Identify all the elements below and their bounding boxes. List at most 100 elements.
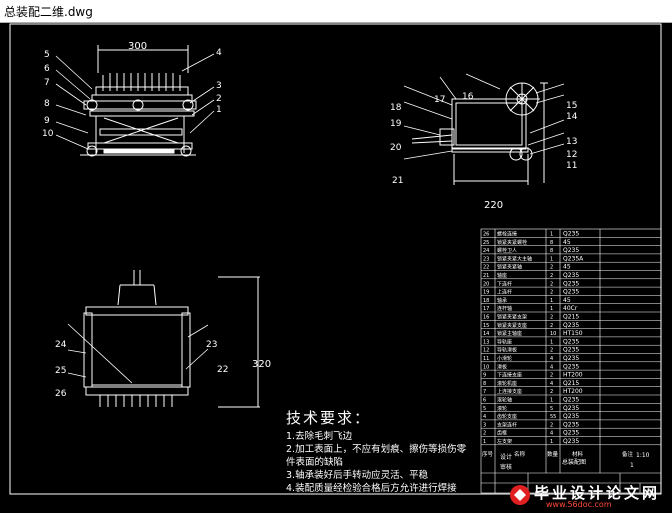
bom-cell-mat: Q235: [563, 355, 579, 362]
bom-cell-mat: Q235: [563, 363, 579, 370]
front-label-1: 1: [216, 105, 222, 115]
title-check: 审核: [500, 464, 513, 471]
window-titlebar: 总装配二维.dwg: [0, 0, 672, 23]
bom-cell-name: 轴座: [497, 272, 507, 279]
bom-cell-mat: Q235: [563, 280, 579, 287]
bom-header-qty: 数量: [547, 452, 559, 458]
side-dim-220: 220: [484, 200, 504, 211]
bom-cell-qty: 2: [550, 265, 553, 271]
bom-cell-mat: Q235: [563, 397, 579, 404]
bom-cell-qty: 4: [550, 356, 553, 362]
bom-cell-name: 锁紧夹紧支架: [497, 314, 527, 321]
bom-cell-no: 12: [483, 348, 489, 354]
bom-cell-qty: 1: [550, 439, 553, 445]
window-title: 总装配二维.dwg: [4, 5, 93, 19]
bom-cell-qty: 1: [550, 398, 553, 404]
bom-cell-qty: 4: [550, 364, 553, 370]
front-label-3: 3: [216, 81, 222, 91]
site-watermark: 毕业设计论文网 www.56doc.com: [506, 482, 666, 510]
tech-line-4: 3.轴承装好后手转动应灵活、平稳: [286, 470, 429, 481]
bom-header-note: 备注: [622, 452, 634, 458]
bom-cell-mat: Q235: [563, 430, 579, 437]
bom-cell-no: 6: [483, 398, 486, 404]
bom-cell-mat: Q215: [563, 380, 579, 387]
tech-line-3: 件表面的缺陷: [286, 457, 344, 468]
bom-cell-no: 21: [483, 273, 489, 279]
bom-cell-qty: 1: [550, 298, 553, 304]
technical-requirements: 技术要求： 1.去除毛刺飞边 2.加工表面上，不应有划痕、擦伤等损伤零 件表面的…: [286, 407, 466, 495]
bom-cell-no: 25: [483, 240, 489, 246]
front-label-2: 2: [216, 94, 222, 104]
bom-cell-qty: 2: [550, 273, 553, 279]
bom-cell-qty: 8: [550, 240, 553, 246]
bom-cell-qty: 4: [550, 431, 553, 437]
bom-cell-mat: Q235: [563, 405, 579, 412]
bom-cell-mat: 45: [563, 297, 571, 304]
bom-cell-name: 轴承: [497, 297, 507, 304]
bom-cell-qty: 5: [550, 406, 553, 412]
side-label-21: 21: [392, 176, 404, 186]
bom-cell-no: 9: [483, 373, 486, 379]
bom-cell-no: 13: [483, 339, 489, 345]
bom-cell-qty: 2: [550, 290, 553, 296]
bom-cell-no: 5: [483, 406, 486, 412]
side-label-20: 20: [390, 143, 402, 153]
bom-cell-mat: Q235: [563, 272, 579, 279]
bom-cell-name: 滚轮轴: [497, 397, 512, 404]
bom-header-no: 序号: [482, 452, 494, 458]
bom-cell-qty: 55: [550, 414, 556, 420]
bom-cell-mat: Q235A: [563, 255, 584, 262]
bom-cell-name: 锁紧夹紧大主轴: [497, 255, 532, 262]
bom-cell-qty: 2: [550, 281, 553, 287]
side-label-11: 11: [566, 161, 578, 171]
bom-cell-name: 导轨座: [497, 338, 512, 345]
side-label-12: 12: [566, 150, 578, 160]
drawing-canvas[interactable]: 26 螺栓连接 1 Q235 25 锁紧夹紧螺栓 8 45 24 螺栓卫人 8 Q235 23 锁紧夹紧大…: [0, 23, 672, 513]
bom-cell-mat: HT200: [563, 388, 583, 395]
bom-cell-mat: Q235: [563, 289, 579, 296]
bottom-label-26: 26: [55, 389, 67, 399]
title-design: 设计: [500, 454, 513, 461]
bom-cell-no: 22: [483, 265, 489, 271]
bom-cell-qty: 1: [550, 339, 553, 345]
side-label-16: 16: [462, 92, 474, 102]
watermark-url: www.56doc.com: [546, 500, 612, 509]
bom-cell-name: 螺栓连接: [497, 231, 517, 238]
bom-cell-name: 下连接支座: [497, 372, 522, 379]
bom-cell-mat: Q235: [563, 247, 579, 254]
bottom-dim-320: 320: [252, 359, 272, 370]
bom-cell-mat: Q215: [563, 314, 579, 321]
side-label-14: 14: [566, 112, 578, 122]
bom-cell-name: 连杆轴: [497, 305, 512, 312]
bom-cell-mat: Q235: [563, 322, 579, 329]
bom-cell-no: 8: [483, 381, 486, 387]
bom-cell-mat: Q235: [563, 347, 579, 354]
bottom-leaders: [67, 323, 209, 384]
bom-cell-name: 滚轮: [497, 405, 507, 412]
bom-cell-mat: Q235: [563, 338, 579, 345]
bom-cell-mat: Q235: [563, 231, 579, 238]
bom-cell-no: 17: [483, 306, 489, 312]
bom-cell-no: 2: [483, 431, 486, 437]
bom-cell-no: 23: [483, 256, 489, 262]
bom-cell-no: 24: [483, 248, 489, 254]
bom-cell-no: 7: [483, 389, 486, 395]
bom-cell-name: 齿框: [497, 430, 507, 437]
bottom-label-24: 24: [55, 340, 67, 350]
side-label-13: 13: [566, 137, 578, 147]
bom-cell-mat: 45: [563, 264, 571, 271]
bom-cell-name: 锁紧夹紧螺栓: [497, 239, 527, 246]
bom-cell-mat: Q235: [563, 438, 579, 445]
side-label-19: 19: [390, 119, 402, 129]
side-label-15: 15: [566, 101, 578, 111]
front-label-4: 4: [216, 48, 222, 58]
side-view: [411, 82, 548, 185]
bom-cell-qty: 1: [550, 256, 553, 262]
bom-cell-mat: Q235: [563, 413, 579, 420]
bom-cell-name: 齿轮支座: [497, 413, 517, 420]
bom-cell-qty: 4: [550, 381, 553, 387]
front-label-6: 6: [44, 64, 50, 74]
bom-cell-qty: 2: [550, 373, 553, 379]
front-dim-300: 300: [128, 41, 148, 52]
bom-cell-qty: 2: [550, 315, 553, 321]
